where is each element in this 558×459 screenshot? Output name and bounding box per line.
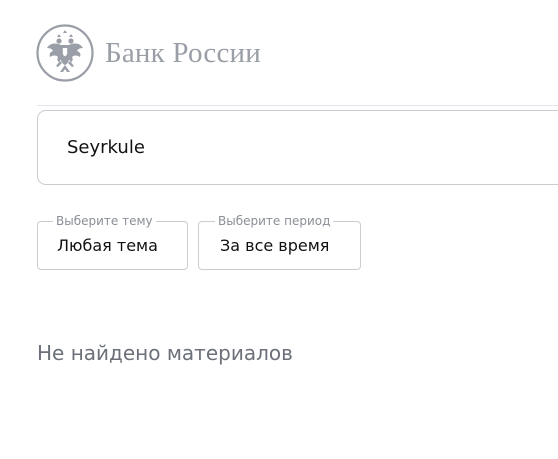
period-select-value: За все время: [220, 236, 330, 255]
search-input[interactable]: [67, 137, 547, 158]
bank-name: Банк России: [105, 36, 261, 69]
bank-logo-link[interactable]: Банк России: [36, 24, 261, 82]
theme-select[interactable]: Выберите тему Любая тема: [37, 214, 188, 270]
eagle-emblem-icon: [36, 24, 94, 82]
header-divider: [37, 105, 558, 106]
theme-select-value: Любая тема: [57, 236, 158, 255]
period-select[interactable]: Выберите период За все время: [198, 214, 361, 270]
theme-select-legend: Выберите тему: [53, 214, 156, 229]
search-box[interactable]: [37, 110, 558, 185]
no-results-message: Не найдено материалов: [37, 341, 293, 365]
period-select-legend: Выберите период: [215, 214, 334, 229]
search-page: Банк России Выберите тему Любая тема Выб…: [0, 0, 558, 459]
